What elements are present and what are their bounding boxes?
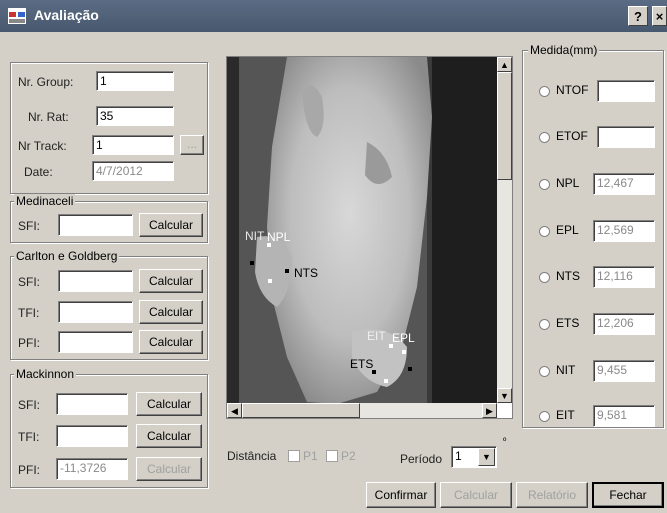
carlton-sfi-field[interactable] xyxy=(58,270,133,292)
radio-etof[interactable] xyxy=(539,132,550,143)
marker-npl-label: NPL xyxy=(267,230,291,244)
field-eit[interactable]: 9,581 xyxy=(593,405,655,427)
medida-title: Medida(mm) xyxy=(528,43,600,57)
carlton-pfi-calcular-button[interactable]: Calcular xyxy=(139,330,203,354)
mackinnon-sfi-label: SFI: xyxy=(18,398,41,412)
carlton-sfi-calcular-button[interactable]: Calcular xyxy=(139,269,203,293)
medinaceli-sfi-field[interactable] xyxy=(58,214,133,236)
distancia-label: Distância xyxy=(227,449,277,463)
periodo-label: Período xyxy=(400,452,443,466)
label-nit: NIT xyxy=(556,363,576,377)
marker-epl-label: EPL xyxy=(392,331,415,345)
marker-ets-toe-point xyxy=(408,367,412,371)
group-label: Nr. Group: xyxy=(18,75,74,89)
horizontal-scroll-thumb[interactable] xyxy=(242,403,360,418)
p1-checkbox[interactable] xyxy=(288,450,300,462)
rat-label: Nr. Rat: xyxy=(28,110,69,124)
label-etof: ETOF xyxy=(556,129,588,143)
track-browse-button[interactable]: ... xyxy=(180,135,204,155)
marker-npl-point xyxy=(267,243,271,247)
radio-npl[interactable] xyxy=(539,179,550,190)
field-epl[interactable]: 12,569 xyxy=(593,220,655,242)
marker-nts-point xyxy=(285,269,289,273)
field-ntof[interactable] xyxy=(597,80,655,102)
marker-epl-point xyxy=(389,344,393,348)
fechar-button[interactable]: Fechar xyxy=(592,482,664,508)
periodo-value: 1 xyxy=(455,449,462,463)
periodo-dropdown-icon[interactable]: ▼ xyxy=(478,448,495,466)
field-nts[interactable]: 12,116 xyxy=(593,266,655,288)
help-button[interactable]: ? xyxy=(628,6,648,26)
field-etof[interactable] xyxy=(597,126,655,148)
marker-ets-point xyxy=(372,370,376,374)
radio-nts[interactable] xyxy=(539,272,550,283)
field-ets[interactable]: 12,206 xyxy=(593,313,655,335)
date-label: Date: xyxy=(24,165,53,179)
field-npl[interactable]: 12,467 xyxy=(593,173,655,195)
scroll-left-icon[interactable]: ◀ xyxy=(227,403,242,418)
mackinnon-sfi-calcular-button[interactable]: Calcular xyxy=(136,392,202,416)
marker-eit-label: EIT xyxy=(367,329,386,343)
mackinnon-title: Mackinnon xyxy=(14,367,77,381)
carlton-tfi-calcular-button[interactable]: Calcular xyxy=(139,300,203,324)
marker-ets-heel-point xyxy=(384,379,388,383)
window-app-icon xyxy=(8,8,26,24)
window-title: Avaliação xyxy=(34,7,99,23)
label-eit: EIT xyxy=(556,408,575,422)
mackinnon-pfi-field[interactable]: -11,3726 xyxy=(56,458,128,480)
title-bar xyxy=(0,0,667,32)
carlton-pfi-label: PFI: xyxy=(18,336,41,350)
carlton-tfi-label: TFI: xyxy=(18,306,40,320)
close-button[interactable]: × xyxy=(652,6,667,26)
mackinnon-tfi-label: TFI: xyxy=(18,430,40,444)
marker-ets-label: ETS xyxy=(350,357,374,371)
radio-ntof[interactable] xyxy=(539,86,550,97)
radio-eit[interactable] xyxy=(539,411,550,422)
track-field[interactable]: 1 xyxy=(92,135,174,155)
marker-npl-toe-point xyxy=(268,279,272,283)
radio-nit[interactable] xyxy=(539,366,550,377)
mackinnon-sfi-field[interactable] xyxy=(56,393,128,415)
mackinnon-tfi-field[interactable] xyxy=(56,425,128,447)
p1-label: P1 xyxy=(303,449,318,463)
group-field[interactable]: 1 xyxy=(96,71,174,91)
carlton-sfi-label: SFI: xyxy=(18,275,41,289)
vertical-scroll-thumb[interactable] xyxy=(497,72,512,180)
confirmar-button[interactable]: Confirmar xyxy=(366,482,436,508)
relatorio-button[interactable]: Relatório xyxy=(516,482,588,508)
mackinnon-pfi-calcular-button[interactable]: Calcular xyxy=(136,457,202,481)
rat-field[interactable]: 35 xyxy=(96,106,174,126)
label-npl: NPL xyxy=(556,176,580,190)
medinaceli-title: Medinaceli xyxy=(14,194,76,208)
scroll-up-icon[interactable]: ▲ xyxy=(497,57,512,72)
marker-nts-label: NTS xyxy=(294,266,318,280)
radio-epl[interactable] xyxy=(539,226,550,237)
calcular-button[interactable]: Calcular xyxy=(440,482,512,508)
label-ets: ETS xyxy=(556,316,580,330)
marker-nit-point xyxy=(250,261,254,265)
label-epl: EPL xyxy=(556,223,579,237)
p2-label: P2 xyxy=(341,449,356,463)
mackinnon-pfi-label: PFI: xyxy=(18,463,41,477)
carlton-title: Carlton e Goldberg xyxy=(14,249,120,263)
radio-ets[interactable] xyxy=(539,319,550,330)
p2-checkbox[interactable] xyxy=(326,450,338,462)
label-ntof: NTOF xyxy=(556,83,589,97)
marker-nit-label: NIT xyxy=(245,229,265,243)
track-label: Nr Track: xyxy=(18,139,67,153)
date-field[interactable]: 4/7/2012 xyxy=(92,161,174,181)
marker-eit-point xyxy=(402,350,406,354)
carlton-tfi-field[interactable] xyxy=(58,301,133,323)
scroll-down-icon[interactable]: ▼ xyxy=(497,388,512,403)
carlton-pfi-field[interactable] xyxy=(58,331,133,353)
medinaceli-calcular-button[interactable]: Calcular xyxy=(139,213,203,237)
label-nts: NTS xyxy=(556,269,580,283)
periodo-suffix: º xyxy=(503,436,507,446)
mackinnon-tfi-calcular-button[interactable]: Calcular xyxy=(136,424,202,448)
scroll-right-icon[interactable]: ▶ xyxy=(482,403,497,418)
medinaceli-sfi-label: SFI: xyxy=(18,219,41,233)
image-viewer[interactable]: NIT NPL NTS EIT EPL ETS ▲ ▼ ◀ ▶ xyxy=(226,56,513,419)
field-nit[interactable]: 9,455 xyxy=(593,360,655,382)
